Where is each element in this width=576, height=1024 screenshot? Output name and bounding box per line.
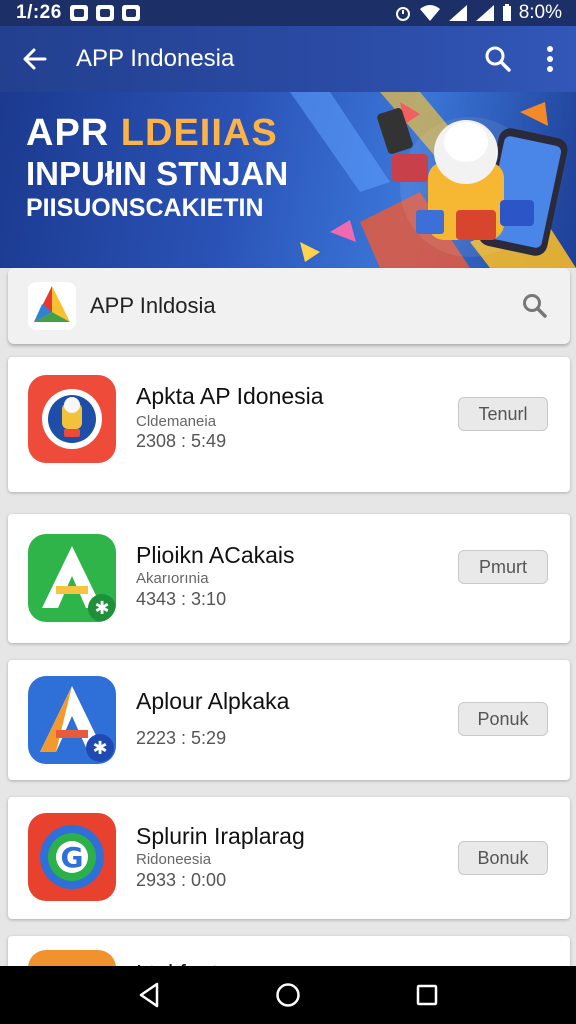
- app-timestamp: 4343 : 3:10: [136, 589, 227, 609]
- search-icon: [523, 294, 547, 318]
- app-name: Apkta AP Idonesia: [136, 383, 324, 409]
- app-icon: ✱: [28, 676, 116, 764]
- app-timestamp: 2223 : 5:29: [136, 728, 227, 748]
- list-item[interactable]: ✱ Aplour Alpkaka 2223 : 5:29 Ponuk: [8, 660, 570, 780]
- nav-home-button[interactable]: [258, 966, 318, 1024]
- status-bar: 1/:26 8:0%: [0, 0, 576, 26]
- square-recents-icon: [416, 984, 437, 1006]
- search-submit-button[interactable]: [500, 268, 570, 344]
- signal-2-icon: [475, 5, 494, 21]
- app-subtitle: Akarıorınia: [136, 570, 209, 587]
- svg-text:✱: ✱: [94, 598, 109, 619]
- app-timestamp: 2308 : 5:49: [136, 431, 227, 451]
- list-item[interactable]: Apkta AP Idonesia Cldemaneia 2308 : 5:49…: [8, 357, 570, 492]
- notification-icon: [69, 5, 88, 21]
- battery-percent: 8:0%: [518, 2, 562, 23]
- back-button[interactable]: [0, 26, 70, 92]
- banner-line1-a: APR: [26, 112, 121, 154]
- app-subtitle: Ridoneesia: [136, 851, 212, 868]
- install-button[interactable]: Bonuk: [458, 841, 548, 875]
- banner-line3: PIISUONSCAKIETIN: [26, 194, 264, 223]
- banner-headline: APR LDEIIAS INPUłIN STNJAN PIISUONSCAKIE…: [26, 114, 288, 222]
- status-time: 1/:26: [16, 2, 62, 23]
- search-input[interactable]: APP Inldosia: [8, 268, 570, 344]
- banner-line1-b: LDEIIAS: [120, 112, 278, 154]
- install-button[interactable]: Ponuk: [458, 702, 548, 736]
- svg-text:✱: ✱: [92, 738, 107, 759]
- wifi-icon: [419, 5, 440, 21]
- signal-icon: [448, 5, 467, 21]
- promo-banner[interactable]: APR LDEIIAS INPUłIN STNJAN PIISUONSCAKIE…: [0, 92, 576, 268]
- app-timestamp: 2933 : 0:00: [136, 870, 227, 890]
- install-button[interactable]: Pmurt: [458, 550, 548, 584]
- app-bar: APP Indonesia: [0, 26, 576, 92]
- banner-line2: INPUłIN STNJAN: [26, 154, 289, 192]
- arrow-left-icon: [23, 48, 47, 70]
- battery-icon: [502, 4, 511, 21]
- circle-home-icon: [276, 983, 300, 1007]
- message-icon: [121, 5, 140, 21]
- list-item[interactable]: G Splurin Iraplarag Ridoneesia 2933 : 0:…: [8, 797, 570, 919]
- triangle-back-icon: [140, 982, 159, 1008]
- app-icon: ✱: [28, 534, 116, 622]
- app-icon: G: [28, 813, 116, 901]
- search-query: APP Inldosia: [90, 293, 216, 318]
- page-title: APP Indonesia: [76, 45, 235, 72]
- app-name: Plioikn ACakais: [136, 542, 295, 568]
- more-options-button[interactable]: [524, 26, 576, 92]
- app-icon: [28, 375, 116, 463]
- app-subtitle: Cldemaneia: [136, 413, 217, 430]
- app-name: Aplour Alpkaka: [136, 688, 290, 714]
- gallery-icon: [95, 5, 114, 21]
- alarm-icon: [395, 7, 410, 21]
- app-name: Splurin Iraplarag: [136, 823, 305, 849]
- list-item[interactable]: ✱ Plioikn ACakais Akarıorınia 4343 : 3:1…: [8, 514, 570, 643]
- search-button[interactable]: [472, 26, 524, 92]
- nav-back-button[interactable]: [119, 966, 179, 1024]
- more-vertical-icon: [547, 46, 553, 72]
- install-button[interactable]: Tenurl: [458, 397, 548, 431]
- svg-text:G: G: [61, 841, 84, 874]
- nav-recents-button[interactable]: [397, 966, 457, 1024]
- search-icon: [485, 46, 511, 72]
- app-logo-icon: [28, 282, 76, 330]
- system-nav-bar: [0, 966, 576, 1024]
